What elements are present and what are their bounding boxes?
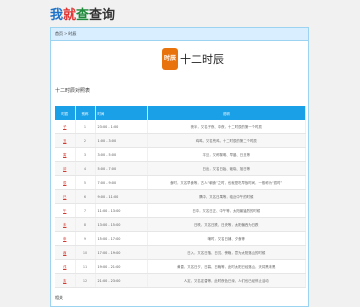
- row-seq: 8: [75, 217, 96, 232]
- row-seq: 12: [75, 273, 96, 288]
- table-header-row: 时辰 别称 时间 说明: [55, 106, 306, 120]
- row-seq: 4: [75, 161, 96, 176]
- table-row: 亥 12 21:00 - 23:00 人定，又名定昏等，此时夜色已深，人们也已经停止活…: [55, 273, 306, 288]
- row-desc: 黄昏，又名日夕、日暮、日晚等，此时太阳已经落山，天将黑未黑: [147, 259, 306, 274]
- breadcrumb-current[interactable]: 时辰: [68, 31, 76, 36]
- related-label: 相关: [55, 295, 63, 300]
- row-seq: 3: [75, 147, 96, 162]
- row-seq: 7: [75, 203, 96, 218]
- table-row: 卯 4 5:00 - 7:00 日出，又名日始、破晓、旭日等: [55, 161, 306, 176]
- table-row: 申 9 15:00 - 17:00 哺时，又名日铺、夕食等: [55, 231, 306, 246]
- table-row: 寅 3 3:00 - 5:00 平旦，又称黎明、早晨、日旦等: [55, 147, 306, 162]
- col-header-desc: 说明: [147, 106, 306, 120]
- table-row: 未 8 13:00 - 15:00 日昳，又名日跌、日央等，太阳偏西为日跌: [55, 217, 306, 232]
- row-desc: 人定，又名定昏等，此时夜色已深，人们也已经停止活动: [147, 273, 306, 288]
- row-time: 19:00 - 21:00: [95, 259, 148, 274]
- page-title: 十二时辰: [180, 53, 224, 66]
- row-seq: 9: [75, 231, 96, 246]
- row-desc: 夜半，又名子夜、中夜，十二时辰的第一个时辰: [147, 120, 306, 134]
- shichen-link[interactable]: 子: [55, 120, 76, 134]
- col-header-alias: 别称: [75, 106, 96, 120]
- table-row: 丑 2 1:00 - 3:00 鸡鸣，又名荒鸡，十二时辰的第二个时辰: [55, 133, 306, 148]
- row-desc: 鸡鸣，又名荒鸡，十二时辰的第二个时辰: [147, 133, 306, 148]
- row-seq: 5: [75, 175, 96, 190]
- category-badge: 时辰: [162, 48, 178, 70]
- row-desc: 哺时，又名日铺、夕食等: [147, 231, 306, 246]
- table-row: 巳 6 9:00 - 11:00 隅中，又名日禺等，临近中午的时候: [55, 189, 306, 204]
- breadcrumb: 首页>时辰: [51, 28, 308, 41]
- row-time: 13:00 - 15:00: [95, 217, 148, 232]
- content-frame: 首页>时辰 时辰 十二时辰 十二时辰对照表 时辰 别称 时间 说明 子 1 23:0…: [50, 27, 309, 307]
- row-desc: 食时，又名早食等，古人“朝食”之时，也就是吃早饭时间，一般称为“辰时”: [147, 175, 306, 190]
- table-row: 子 1 23:00 - 1:00 夜半，又名子夜、中夜，十二时辰的第一个时辰: [55, 120, 306, 134]
- row-desc: 平旦，又称黎明、早晨、日旦等: [147, 147, 306, 162]
- row-time: 21:00 - 23:00: [95, 273, 148, 288]
- shichen-link[interactable]: 午: [55, 203, 76, 218]
- row-time: 17:00 - 19:00: [95, 245, 148, 260]
- shichen-link[interactable]: 戌: [55, 259, 76, 274]
- row-time: 15:00 - 17:00: [95, 231, 148, 246]
- shichen-link[interactable]: 申: [55, 231, 76, 246]
- shichen-link[interactable]: 巳: [55, 189, 76, 204]
- row-time: 1:00 - 3:00: [95, 133, 148, 148]
- row-seq: 11: [75, 259, 96, 274]
- row-seq: 10: [75, 245, 96, 260]
- shichen-link[interactable]: 辰: [55, 175, 76, 190]
- row-time: 23:00 - 1:00: [95, 120, 148, 134]
- col-header-shichen: 时辰: [55, 106, 76, 120]
- row-desc: 隅中，又名日禺等，临近中午的时候: [147, 189, 306, 204]
- breadcrumb-home[interactable]: 首页: [55, 31, 63, 36]
- row-desc: 日昳，又名日跌、日央等，太阳偏西为日跌: [147, 217, 306, 232]
- logo-char-3: 查: [76, 8, 90, 23]
- table-row: 酉 10 17:00 - 19:00 日入，又名日落、日沉、傍晚，意为太阳落山的时候: [55, 245, 306, 260]
- col-header-time: 时间: [95, 106, 148, 120]
- breadcrumb-separator: >: [64, 31, 68, 36]
- section-title: 十二时辰对照表: [55, 88, 91, 94]
- row-seq: 1: [75, 120, 96, 134]
- row-time: 9:00 - 11:00: [95, 189, 148, 204]
- shichen-link[interactable]: 未: [55, 217, 76, 232]
- row-time: 7:00 - 9:00: [95, 175, 148, 190]
- row-desc: 日中，又名日正、中午等，太阳最猛烈的时候: [147, 203, 306, 218]
- logo-char-2: 就: [63, 8, 77, 23]
- table-row: 辰 5 7:00 - 9:00 食时，又名早食等，古人“朝食”之时，也就是吃早饭时间，…: [55, 175, 306, 190]
- table-row: 午 7 11:00 - 13:00 日中，又名日正、中午等，太阳最猛烈的时候: [55, 203, 306, 218]
- shichen-link[interactable]: 酉: [55, 245, 76, 260]
- row-desc: 日出，又名日始、破晓、旭日等: [147, 161, 306, 176]
- site-logo[interactable]: 我就查查询: [50, 7, 115, 25]
- shichen-link[interactable]: 亥: [55, 273, 76, 288]
- row-time: 3:00 - 5:00: [95, 147, 148, 162]
- row-time: 11:00 - 13:00: [95, 203, 148, 218]
- logo-char-1: 我: [50, 8, 64, 23]
- row-seq: 2: [75, 133, 96, 148]
- row-seq: 6: [75, 189, 96, 204]
- row-time: 5:00 - 7:00: [95, 161, 148, 176]
- shichen-link[interactable]: 卯: [55, 161, 76, 176]
- shichen-link[interactable]: 丑: [55, 133, 76, 148]
- table-row: 戌 11 19:00 - 21:00 黄昏，又名日夕、日暮、日晚等，此时太阳已经落山，…: [55, 259, 306, 274]
- row-desc: 日入，又名日落、日沉、傍晚，意为太阳落山的时候: [147, 245, 306, 260]
- shichen-table: 时辰 别称 时间 说明 子 1 23:00 - 1:00 夜半，又名子夜、中夜，十二时…: [55, 106, 306, 288]
- shichen-link[interactable]: 寅: [55, 147, 76, 162]
- logo-char-4: 查询: [89, 8, 116, 23]
